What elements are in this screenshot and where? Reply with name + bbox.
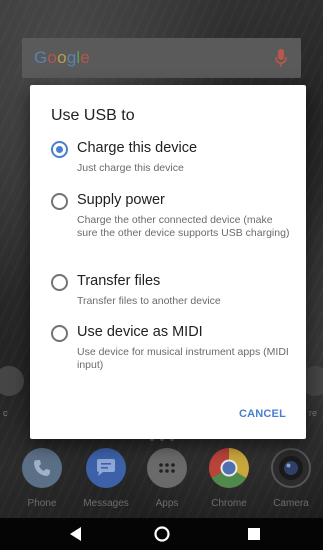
google-search-bar[interactable]: Google xyxy=(22,38,301,78)
option-label: Supply power xyxy=(77,192,165,208)
radio-button[interactable] xyxy=(51,274,68,291)
chrome-icon xyxy=(209,448,249,488)
dock-item-phone[interactable]: Phone xyxy=(12,448,72,509)
dock-item-messages[interactable]: Messages xyxy=(76,448,136,509)
dock-label-phone: Phone xyxy=(27,498,57,509)
recents-square-icon[interactable] xyxy=(246,526,262,542)
radio-button[interactable] xyxy=(51,325,68,342)
dock-item-apps[interactable]: Apps xyxy=(137,448,197,509)
radio-button[interactable] xyxy=(51,193,68,210)
option-description: Charge the other connected device (make … xyxy=(77,214,290,239)
dock-label-chrome: Chrome xyxy=(211,498,247,509)
option-description: Use device for musical instrument apps (… xyxy=(77,346,289,371)
option-description: Transfer files to another device xyxy=(77,295,221,307)
option-use-device-as-midi[interactable]: Use device as MIDI Use device for musica… xyxy=(51,324,291,376)
dialog-title: Use USB to xyxy=(51,107,135,124)
dock-label-apps: Apps xyxy=(155,498,179,509)
phone-icon xyxy=(22,448,62,488)
option-description: Just charge this device xyxy=(77,162,184,174)
option-supply-power[interactable]: Supply power Charge the other connected … xyxy=(51,192,291,256)
messages-icon xyxy=(86,448,126,488)
app-dock: Phone Messages Apps Chrome Camera xyxy=(0,448,323,518)
option-label: Use device as MIDI xyxy=(77,324,203,340)
widget-left-text: c xyxy=(3,408,8,418)
option-label: Transfer files xyxy=(77,273,161,289)
option-label: Charge this device xyxy=(77,140,198,156)
option-charge-this-device[interactable]: Charge this device Just charge this devi… xyxy=(51,140,291,180)
google-logo: Google xyxy=(34,48,91,67)
widget-right-text: re xyxy=(309,408,318,418)
microphone-icon[interactable] xyxy=(275,49,287,68)
dock-label-camera: Camera xyxy=(273,498,309,509)
status-bar xyxy=(0,0,323,24)
radio-button-selected[interactable] xyxy=(51,141,68,158)
navigation-bar xyxy=(0,518,323,550)
use-usb-dialog: Use USB to Charge this device Just charg… xyxy=(30,85,306,439)
home-circle-icon[interactable] xyxy=(154,526,170,542)
option-transfer-files[interactable]: Transfer files Transfer files to another… xyxy=(51,273,291,313)
dock-item-chrome[interactable]: Chrome xyxy=(199,448,259,509)
dock-label-messages: Messages xyxy=(83,498,129,509)
back-triangle-icon[interactable] xyxy=(68,526,84,542)
apps-icon xyxy=(147,448,187,488)
dock-item-camera[interactable]: Camera xyxy=(261,448,321,509)
camera-icon xyxy=(271,448,311,488)
cancel-button[interactable]: CANCEL xyxy=(239,408,286,420)
